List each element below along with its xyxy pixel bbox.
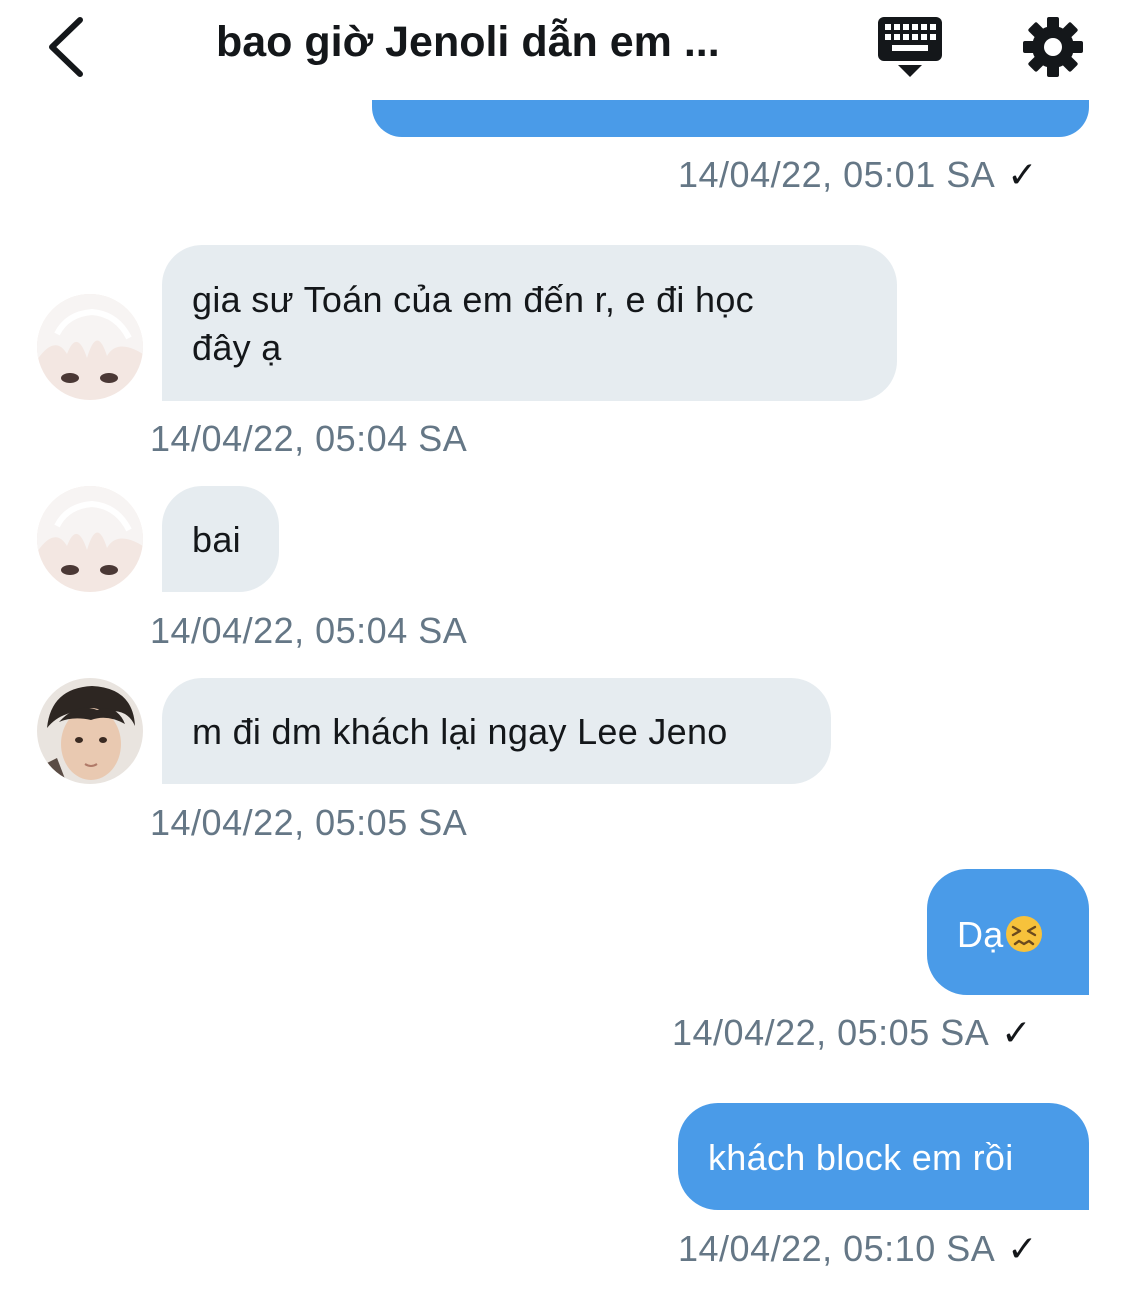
chat-screen: bao giờ Jenoli dẫn em ... 14/04/22, 05:0… — [0, 0, 1125, 1296]
keyboard-button[interactable] — [876, 15, 944, 81]
settings-button[interactable] — [1020, 14, 1086, 80]
message-text: gia sư Toán của em đến r, e đi học — [192, 279, 754, 320]
message-text: khách block em rồi — [708, 1137, 1014, 1178]
message-timestamp: 14/04/22, 05:10 SA ✓ — [678, 1228, 1038, 1270]
timestamp-text: 14/04/22, 05:01 SA — [678, 154, 996, 195]
sent-check-icon: ✓ — [1007, 1228, 1038, 1269]
message-text: m đi dm khách lại ngay Lee Jeno — [192, 711, 728, 752]
received-message-bubble[interactable]: bai — [162, 486, 279, 592]
sent-check-icon: ✓ — [1001, 1012, 1032, 1053]
message-timestamp: 14/04/22, 05:04 SA — [150, 610, 468, 651]
sender-avatar[interactable] — [37, 486, 143, 592]
timestamp-text: 14/04/22, 05:05 SA — [672, 1012, 990, 1053]
sent-message-bubble[interactable]: khách block em rồi — [678, 1103, 1089, 1210]
gear-icon — [1023, 17, 1083, 77]
message-timestamp: 14/04/22, 05:05 SA ✓ — [672, 1012, 1032, 1054]
sender-avatar[interactable] — [37, 678, 143, 784]
back-button[interactable] — [38, 14, 98, 80]
message-text: Dạ — [957, 914, 1004, 955]
chevron-left-icon — [49, 17, 83, 77]
message-text: bai — [192, 519, 241, 560]
sender-avatar[interactable] — [37, 294, 143, 400]
received-message-bubble[interactable]: gia sư Toán của em đến r, e đi học đây ạ — [162, 245, 897, 401]
received-message-bubble[interactable]: m đi dm khách lại ngay Lee Jeno — [162, 678, 831, 784]
keyboard-icon — [878, 17, 942, 77]
chat-header: bao giờ Jenoli dẫn em ... — [0, 0, 1125, 100]
message-timestamp: 14/04/22, 05:04 SA — [150, 418, 468, 459]
sent-message-bubble[interactable]: Dạ — [927, 869, 1089, 995]
conversation-title[interactable]: bao giờ Jenoli dẫn em ... — [216, 18, 816, 67]
sent-check-icon: ✓ — [1007, 154, 1038, 195]
persevering-face-emoji-icon — [1005, 915, 1043, 953]
timestamp-text: 14/04/22, 05:10 SA — [678, 1228, 996, 1269]
message-timestamp: 14/04/22, 05:05 SA — [150, 802, 468, 843]
message-text: đây ạ — [192, 327, 282, 368]
message-timestamp: 14/04/22, 05:01 SA ✓ — [678, 154, 1038, 196]
